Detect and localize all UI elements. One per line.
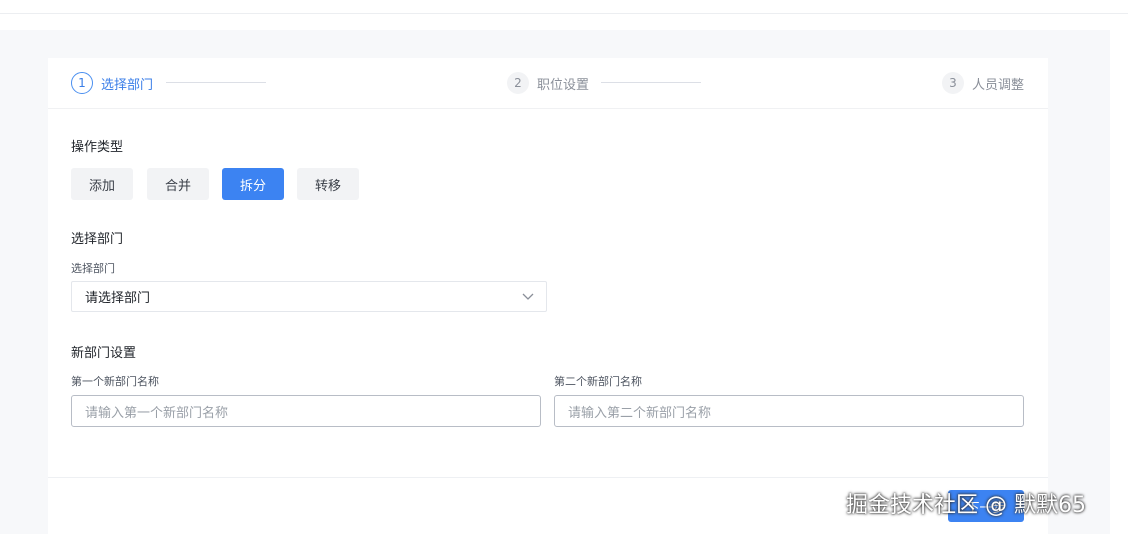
- select-department-label: 选择部门: [71, 262, 115, 275]
- step-2[interactable]: 2 职位设置: [507, 70, 589, 96]
- step-connector-2: [601, 82, 701, 83]
- operation-type-title: 操作类型: [71, 140, 124, 155]
- steps-bar: 1 选择部门 2 职位设置 3 人员调整: [48, 58, 1048, 109]
- step-3-number: 3: [942, 72, 964, 94]
- form-card: 1 选择部门 2 职位设置 3 人员调整 操作类型 添加 合并 拆分 转移 选择…: [48, 58, 1048, 534]
- top-divider: [0, 13, 1128, 14]
- step-1-label: 选择部门: [101, 77, 154, 93]
- step-3-label: 人员调整: [972, 77, 1025, 93]
- transfer-button[interactable]: 转移: [297, 168, 359, 200]
- first-department-input[interactable]: 请输入第一个新部门名称: [71, 395, 541, 427]
- first-department-label: 第一个新部门名称: [71, 375, 159, 388]
- step-1-number: 1: [71, 72, 93, 94]
- department-select[interactable]: 请选择部门: [71, 281, 547, 312]
- second-department-input[interactable]: 请输入第二个新部门名称: [554, 395, 1024, 427]
- second-department-placeholder: 请输入第二个新部门名称: [568, 405, 712, 421]
- watermark: 掘金技术社区 @ 默默65: [846, 493, 1086, 518]
- merge-button[interactable]: 合并: [147, 168, 209, 200]
- second-department-label: 第二个新部门名称: [554, 375, 642, 388]
- footer-divider: [48, 477, 1048, 478]
- step-connector-1: [166, 82, 266, 83]
- step-3[interactable]: 3 人员调整: [942, 70, 1024, 96]
- split-button[interactable]: 拆分: [222, 168, 284, 200]
- first-department-placeholder: 请输入第一个新部门名称: [85, 405, 229, 421]
- department-select-value: 请选择部门: [85, 291, 151, 306]
- step-2-label: 职位设置: [537, 77, 590, 93]
- step-2-number: 2: [507, 72, 529, 94]
- new-department-title: 新部门设置: [71, 346, 137, 361]
- chevron-down-icon: [522, 293, 534, 300]
- add-button[interactable]: 添加: [71, 168, 133, 200]
- select-department-title: 选择部门: [71, 232, 124, 247]
- step-1[interactable]: 1 选择部门: [71, 70, 153, 96]
